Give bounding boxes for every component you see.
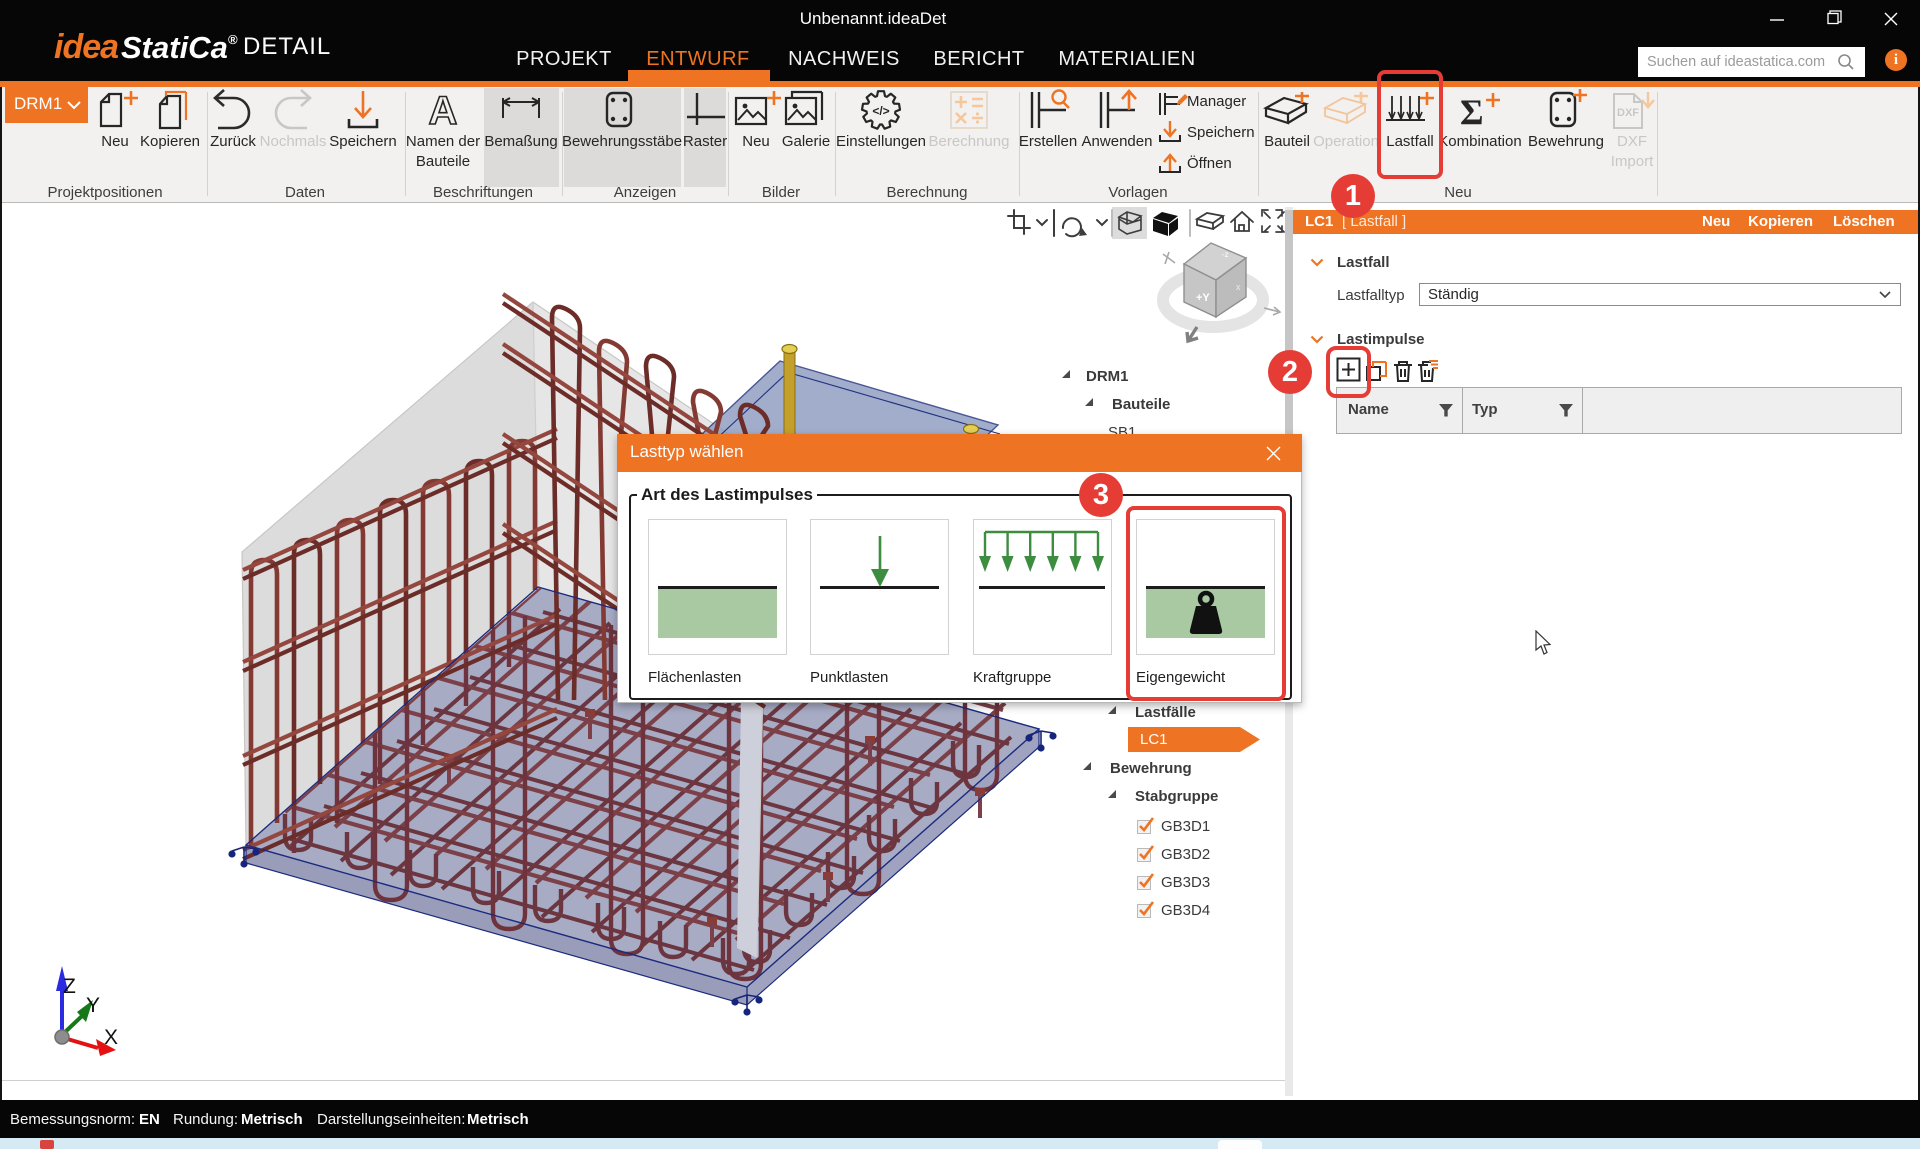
svg-text:-z: -z — [1222, 250, 1229, 259]
svg-text:Σ: Σ — [1460, 92, 1484, 132]
svg-text:x: x — [1236, 282, 1241, 292]
svg-text:Z: Z — [63, 975, 76, 998]
svg-text:Y: Y — [86, 994, 100, 1017]
svg-text:DXF: DXF — [1617, 107, 1639, 119]
svg-text:X: X — [104, 1026, 118, 1049]
svg-text:+Y: +Y — [1196, 292, 1210, 304]
